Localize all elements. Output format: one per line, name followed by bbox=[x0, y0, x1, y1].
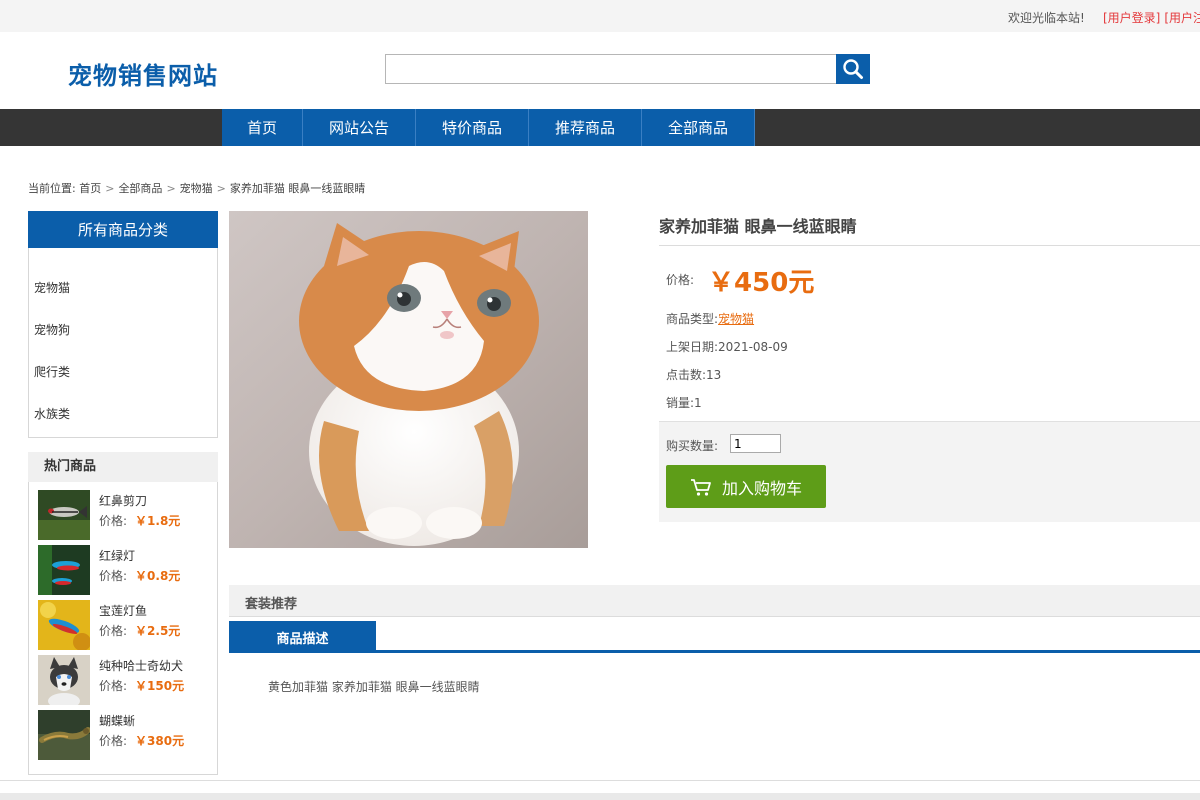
puppy-thumbnail bbox=[38, 655, 90, 705]
welcome-text: 欢迎光临本站! bbox=[1008, 11, 1085, 25]
hot-product-item[interactable]: 蝴蝶蜥 价格: ￥380元 bbox=[38, 710, 213, 760]
cart-icon bbox=[690, 478, 711, 496]
purchase-box: 购买数量: 加入购物车 bbox=[659, 421, 1200, 522]
nav-item-all[interactable]: 全部商品 bbox=[642, 109, 755, 146]
login-link[interactable]: [用户登录] bbox=[1103, 11, 1160, 25]
breadcrumb-prefix: 当前位置: bbox=[28, 182, 76, 195]
product-clicks-row: 点击数:13 bbox=[666, 366, 721, 383]
date-value: 2021-08-09 bbox=[718, 340, 788, 354]
category-item-dog[interactable]: 宠物狗 bbox=[29, 320, 217, 362]
breadcrumb-all[interactable]: 全部商品 bbox=[118, 182, 162, 195]
category-panel-title: 所有商品分类 bbox=[28, 211, 218, 248]
fish-thumbnail bbox=[38, 545, 90, 595]
breadcrumb-category[interactable]: 宠物猫 bbox=[180, 182, 213, 195]
nav-item-recommended[interactable]: 推荐商品 bbox=[529, 109, 642, 146]
hot-product-price: 价格: ￥0.8元 bbox=[99, 569, 181, 583]
search-icon bbox=[843, 59, 863, 79]
fish-thumbnail bbox=[38, 600, 90, 650]
hot-products-panel: 热门商品 红鼻剪刀 价格: ￥1.8元 红绿灯 价格: ￥0.8元 宝莲灯鱼 价… bbox=[28, 452, 218, 775]
bundle-section-header: 套装推荐 bbox=[229, 585, 1200, 617]
hot-product-name: 蝴蝶蜥 bbox=[99, 714, 136, 728]
add-to-cart-label: 加入购物车 bbox=[721, 478, 802, 498]
add-to-cart-button[interactable]: 加入购物车 bbox=[666, 465, 826, 508]
price-label: 价格: bbox=[666, 273, 695, 287]
hot-product-item[interactable]: 纯种哈士奇幼犬 价格: ￥150元 bbox=[38, 655, 213, 705]
breadcrumb-home[interactable]: 首页 bbox=[79, 182, 101, 195]
quantity-label: 购买数量: bbox=[666, 439, 719, 453]
clicks-value: 13 bbox=[706, 368, 722, 382]
fish-thumbnail bbox=[38, 490, 90, 540]
category-panel: 所有商品分类 宠物猫 宠物狗 爬行类 水族类 bbox=[28, 211, 218, 438]
product-type-link[interactable]: 宠物猫 bbox=[718, 312, 754, 326]
search-button[interactable] bbox=[836, 54, 870, 84]
category-item-aquatic[interactable]: 水族类 bbox=[29, 404, 217, 446]
site-logo[interactable]: 宠物销售网站 bbox=[68, 56, 218, 91]
tab-description[interactable]: 商品描述 bbox=[229, 621, 376, 653]
hot-product-name: 宝莲灯鱼 bbox=[99, 604, 148, 618]
search-input[interactable] bbox=[385, 54, 837, 84]
lizard-thumbnail bbox=[38, 710, 90, 760]
type-label: 商品类型: bbox=[666, 312, 719, 326]
hot-product-name: 红绿灯 bbox=[99, 549, 136, 563]
description-tab-bar: 商品描述 bbox=[229, 621, 1200, 653]
account-links: [用户登录] [用户注 bbox=[1103, 9, 1200, 26]
breadcrumb-separator: > bbox=[105, 182, 115, 195]
product-price-row: 价格: ￥450元 bbox=[666, 262, 814, 299]
hot-product-item[interactable]: 宝莲灯鱼 价格: ￥2.5元 bbox=[38, 600, 213, 650]
product-image bbox=[229, 211, 588, 548]
hot-products-title: 热门商品 bbox=[28, 452, 218, 482]
sales-label: 销量: bbox=[666, 396, 695, 410]
product-description: 黄色加菲猫 家养加菲猫 眼鼻一线蓝眼睛 bbox=[268, 680, 480, 694]
hot-product-price: 价格: ￥380元 bbox=[99, 734, 185, 748]
breadcrumb: 当前位置: 首页 > 全部商品 > 宠物猫 > 家养加菲猫 眼鼻一线蓝眼睛 bbox=[28, 180, 365, 196]
divider bbox=[0, 780, 1200, 781]
register-link[interactable]: [用户注 bbox=[1164, 11, 1200, 25]
breadcrumb-current: 家养加菲猫 眼鼻一线蓝眼睛 bbox=[229, 182, 366, 195]
top-bar: 欢迎光临本站! [用户登录] [用户注 bbox=[0, 0, 1200, 32]
quantity-input[interactable] bbox=[730, 434, 781, 453]
search-bar bbox=[385, 54, 870, 84]
product-sales-row: 销量:1 bbox=[666, 394, 702, 411]
hot-product-name: 纯种哈士奇幼犬 bbox=[99, 659, 184, 673]
hot-product-item[interactable]: 红绿灯 价格: ￥0.8元 bbox=[38, 545, 213, 595]
bundle-title: 套装推荐 bbox=[245, 597, 298, 612]
category-item-cat[interactable]: 宠物猫 bbox=[29, 278, 217, 320]
nav-item-notice[interactable]: 网站公告 bbox=[303, 109, 416, 146]
product-date-row: 上架日期:2021-08-09 bbox=[666, 338, 788, 355]
hot-product-item[interactable]: 红鼻剪刀 价格: ￥1.8元 bbox=[38, 490, 213, 540]
date-label: 上架日期: bbox=[666, 340, 719, 354]
nav-item-special[interactable]: 特价商品 bbox=[416, 109, 529, 146]
category-list: 宠物猫 宠物狗 爬行类 水族类 bbox=[29, 248, 217, 446]
product-type-row: 商品类型:宠物猫 bbox=[666, 310, 754, 327]
footer-bar bbox=[0, 793, 1200, 800]
clicks-label: 点击数: bbox=[666, 368, 707, 382]
hot-product-name: 红鼻剪刀 bbox=[99, 494, 148, 508]
hot-product-price: 价格: ￥2.5元 bbox=[99, 624, 181, 638]
product-price: ￥450元 bbox=[708, 268, 815, 298]
breadcrumb-separator: > bbox=[166, 182, 176, 195]
sales-value: 1 bbox=[694, 396, 702, 410]
category-item-reptile[interactable]: 爬行类 bbox=[29, 362, 217, 404]
divider bbox=[659, 245, 1200, 246]
main-nav: 首页 网站公告 特价商品 推荐商品 全部商品 bbox=[0, 109, 1200, 146]
breadcrumb-separator: > bbox=[216, 182, 226, 195]
product-title: 家养加菲猫 眼鼻一线蓝眼睛 bbox=[659, 217, 857, 236]
nav-item-home[interactable]: 首页 bbox=[222, 109, 303, 146]
hot-product-price: 价格: ￥150元 bbox=[99, 679, 185, 693]
hot-product-price: 价格: ￥1.8元 bbox=[99, 514, 181, 528]
